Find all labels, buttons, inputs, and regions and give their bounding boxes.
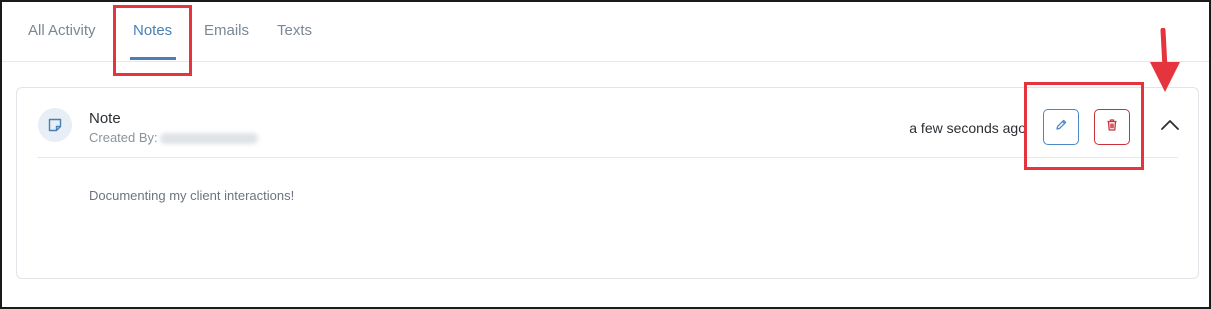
note-icon [38, 108, 72, 142]
edit-note-button[interactable] [1043, 109, 1079, 145]
note-created-by: Created By: [89, 130, 258, 145]
tab-emails[interactable]: Emails [204, 22, 249, 39]
app-frame: All Activity Notes Emails Texts Note Cre… [0, 0, 1211, 309]
tab-notes[interactable]: Notes [133, 22, 172, 39]
note-divider [37, 157, 1178, 158]
delete-note-button[interactable] [1094, 109, 1130, 145]
author-name-redacted [159, 133, 258, 145]
trash-icon [1105, 118, 1119, 137]
down-arrow-icon [1150, 28, 1180, 92]
chevron-up-icon [1160, 118, 1180, 136]
activity-tabs: All Activity Notes Emails Texts [2, 2, 1209, 62]
note-title: Note [89, 110, 121, 127]
created-by-label: Created By: [89, 130, 158, 145]
note-card: Note Created By: a few seconds ago Docum… [16, 87, 1199, 279]
note-body: Documenting my client interactions! [89, 188, 295, 203]
pencil-icon [1054, 118, 1068, 137]
tab-all-activity[interactable]: All Activity [28, 22, 96, 39]
note-timestamp: a few seconds ago [909, 120, 1026, 136]
active-tab-indicator [130, 57, 176, 60]
tab-texts[interactable]: Texts [277, 22, 312, 39]
collapse-note-button[interactable] [1157, 114, 1183, 140]
